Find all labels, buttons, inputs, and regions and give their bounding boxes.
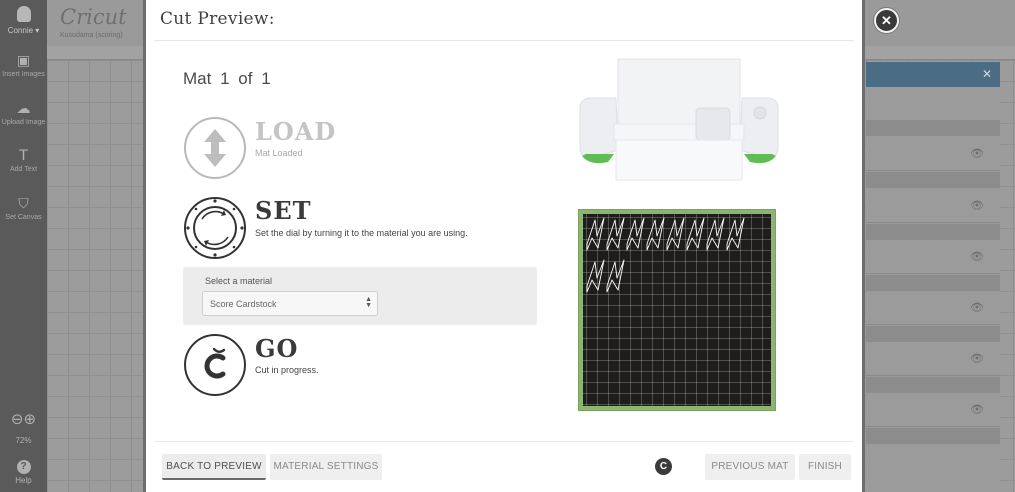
- set-dial-icon: [184, 197, 246, 259]
- material-panel: Select a material Score Cardstock ▲ ▼: [183, 267, 537, 325]
- divider: [154, 40, 854, 41]
- cricut-c-icon: C: [655, 458, 672, 475]
- upload-icon: ☁: [16, 101, 31, 117]
- images-icon: ▣: [16, 53, 31, 69]
- previous-mat-button[interactable]: PREVIOUS MAT: [705, 454, 795, 480]
- layer-row[interactable]: 👁: [866, 189, 1000, 223]
- go-step-title: GO: [255, 334, 299, 363]
- cut-preview-dialog: Cut Preview: Mat 1 of 1 LOAD Mat Loaded: [143, 0, 865, 492]
- eye-icon[interactable]: 👁: [970, 403, 984, 416]
- layer-row[interactable]: 👁: [866, 240, 1000, 274]
- eye-icon[interactable]: 👁: [970, 301, 984, 314]
- layers-panel: ✕ 👁 👁 👁 👁 👁 👁: [866, 62, 1000, 492]
- mat-preview: [578, 209, 776, 411]
- user-name: Connie ▾: [7, 26, 40, 35]
- layers-panel-header: ✕: [866, 62, 1000, 87]
- eye-icon[interactable]: 👁: [970, 352, 984, 365]
- zoom-in-icon[interactable]: ⊕: [24, 410, 37, 428]
- shirt-icon: ⛉: [18, 196, 29, 212]
- mat-grid: [583, 214, 771, 406]
- back-to-preview-button[interactable]: BACK TO PREVIEW: [162, 454, 266, 480]
- layer-group-header: [866, 428, 1000, 444]
- layer-group-header: [866, 224, 1000, 240]
- layer-row[interactable]: 👁: [866, 342, 1000, 376]
- material-settings-button[interactable]: MATERIAL SETTINGS: [270, 454, 382, 480]
- mat-counter: Mat 1 of 1: [183, 69, 271, 88]
- load-step-title: LOAD: [255, 117, 337, 146]
- layer-group-header: [866, 326, 1000, 342]
- eye-icon[interactable]: 👁: [970, 147, 984, 160]
- close-icon: ✕: [881, 13, 892, 28]
- eye-icon[interactable]: 👁: [970, 250, 984, 263]
- set-step-instructions: Set the dial by turning it to the materi…: [255, 228, 468, 238]
- user-menu[interactable]: Connie ▾: [0, 6, 47, 35]
- close-dialog-button[interactable]: ✕: [874, 8, 899, 33]
- dialog-title: Cut Preview:: [160, 9, 275, 29]
- help-button[interactable]: ? Help: [0, 460, 47, 485]
- layer-group-header: [866, 120, 1000, 136]
- rail-item-add-text[interactable]: T Add Text: [0, 149, 47, 174]
- zoom-out-icon[interactable]: ⊖: [11, 410, 24, 428]
- finish-button[interactable]: FINISH: [799, 454, 851, 480]
- go-button-icon: [184, 334, 246, 396]
- eye-icon[interactable]: 👁: [970, 199, 984, 212]
- layer-group-header: [866, 172, 1000, 188]
- project-name: Kusudama (scoring): [60, 32, 123, 39]
- zoom-percent: 72%: [15, 436, 32, 445]
- layer-row[interactable]: 👁: [866, 393, 1000, 427]
- material-select[interactable]: Score Cardstock ▲ ▼: [202, 291, 378, 316]
- material-label: Select a material: [205, 276, 273, 286]
- rail-item-upload-image[interactable]: ☁ Upload Image: [0, 102, 47, 127]
- help-icon: ?: [16, 460, 31, 474]
- left-rail: Connie ▾ ▣ Insert Images ☁ Upload Image …: [0, 0, 47, 492]
- set-step-title: SET: [255, 196, 312, 225]
- load-step-status: Mat Loaded: [255, 148, 303, 158]
- layer-row[interactable]: 👁: [866, 291, 1000, 325]
- layer-group-header: [866, 377, 1000, 393]
- divider: [154, 441, 854, 442]
- go-step-status: Cut in progress.: [255, 365, 319, 375]
- layers-close-icon[interactable]: ✕: [982, 67, 992, 81]
- cricut-logo: Cricut: [60, 5, 127, 29]
- material-selected-value: Score Cardstock: [210, 299, 277, 309]
- text-icon: T: [19, 148, 28, 164]
- layer-group-header: [866, 275, 1000, 291]
- rail-item-insert-images[interactable]: ▣ Insert Images: [0, 54, 47, 79]
- zoom-controls: ⊖⊕: [0, 410, 47, 428]
- layer-row[interactable]: 👁: [866, 137, 1000, 171]
- load-step-icon: [184, 117, 246, 179]
- user-avatar-icon: [16, 6, 31, 22]
- rail-item-set-canvas[interactable]: ⛉ Set Canvas: [0, 197, 47, 222]
- cricut-machine-illustration: [578, 58, 780, 191]
- select-arrows-icon: ▲ ▼: [365, 296, 372, 309]
